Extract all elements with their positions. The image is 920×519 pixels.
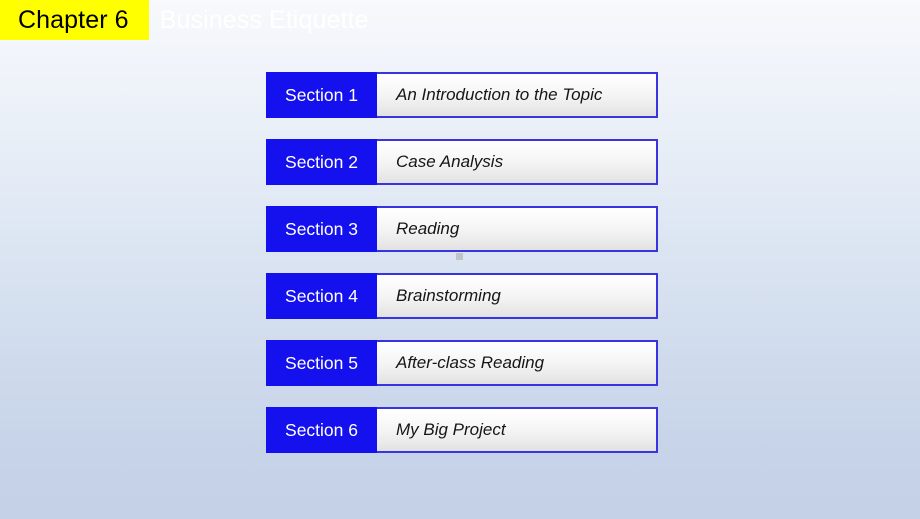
section-row[interactable]: Section 2 Case Analysis [266,139,658,185]
section-tag-label: Section 3 [266,206,377,252]
section-tag-label: Section 6 [266,407,377,453]
section-row[interactable]: Section 6 My Big Project [266,407,658,453]
slide-canvas: Chapter 6 Business Etiquette Section 1 A… [0,0,920,519]
section-title-label: My Big Project [396,420,506,439]
slide-title-band: Chapter 6 Business Etiquette [0,0,920,44]
section-tag-label: Section 2 [266,139,377,185]
section-list: Section 1 An Introduction to the Topic S… [266,72,658,453]
chapter-number-chip: Chapter 6 [0,0,149,40]
section-tag-label: Section 1 [266,72,377,118]
chapter-subject-title: Business Etiquette [159,6,369,34]
section-title-label: After-class Reading [396,353,545,372]
section-tag-label: Section 5 [266,340,377,386]
section-row[interactable]: Section 5 After-class Reading [266,340,658,386]
section-tag-label: Section 4 [266,273,377,319]
section-title-label: Reading [396,219,460,238]
section-title-label: An Introduction to the Topic [396,85,603,104]
selection-handle[interactable] [456,253,463,260]
section-title-label: Brainstorming [396,286,501,305]
section-title-label: Case Analysis [396,152,504,171]
section-row[interactable]: Section 3 Reading [266,206,658,252]
section-row[interactable]: Section 1 An Introduction to the Topic [266,72,658,118]
section-row[interactable]: Section 4 Brainstorming [266,273,658,319]
